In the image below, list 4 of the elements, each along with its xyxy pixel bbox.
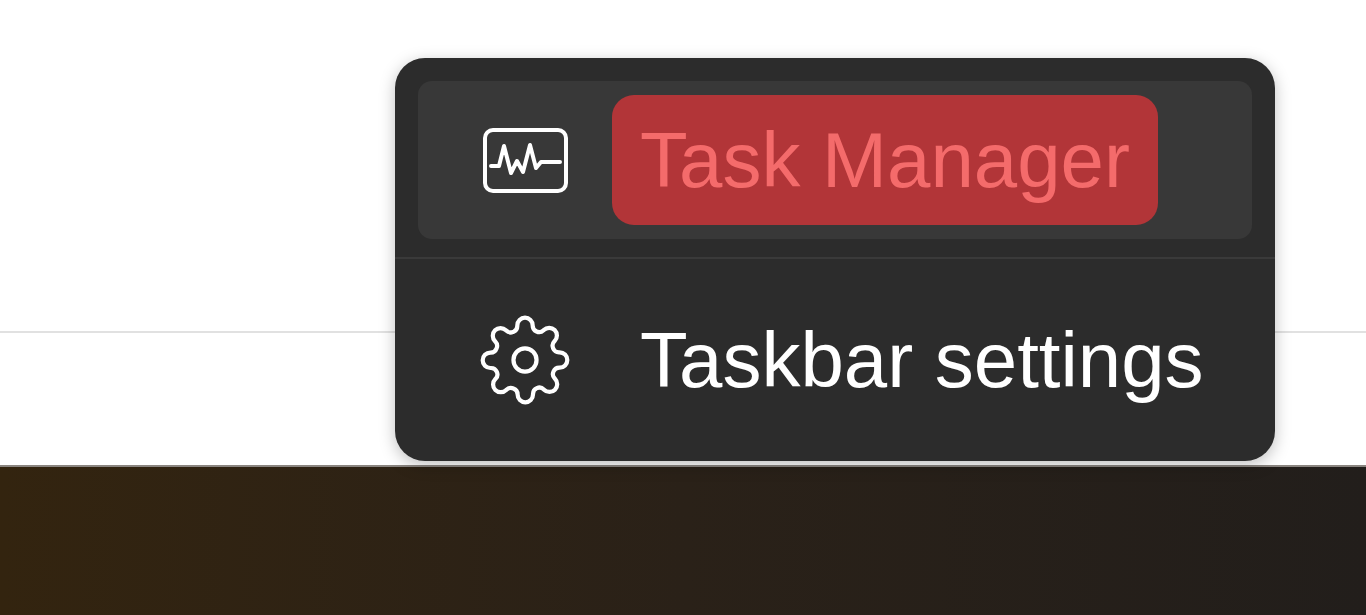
- pulse-monitor-icon: [482, 127, 568, 193]
- gear-icon: [480, 315, 570, 405]
- highlight-mark: Task Manager: [612, 95, 1158, 225]
- menu-item[interactable]: Taskbar settings: [418, 281, 1252, 439]
